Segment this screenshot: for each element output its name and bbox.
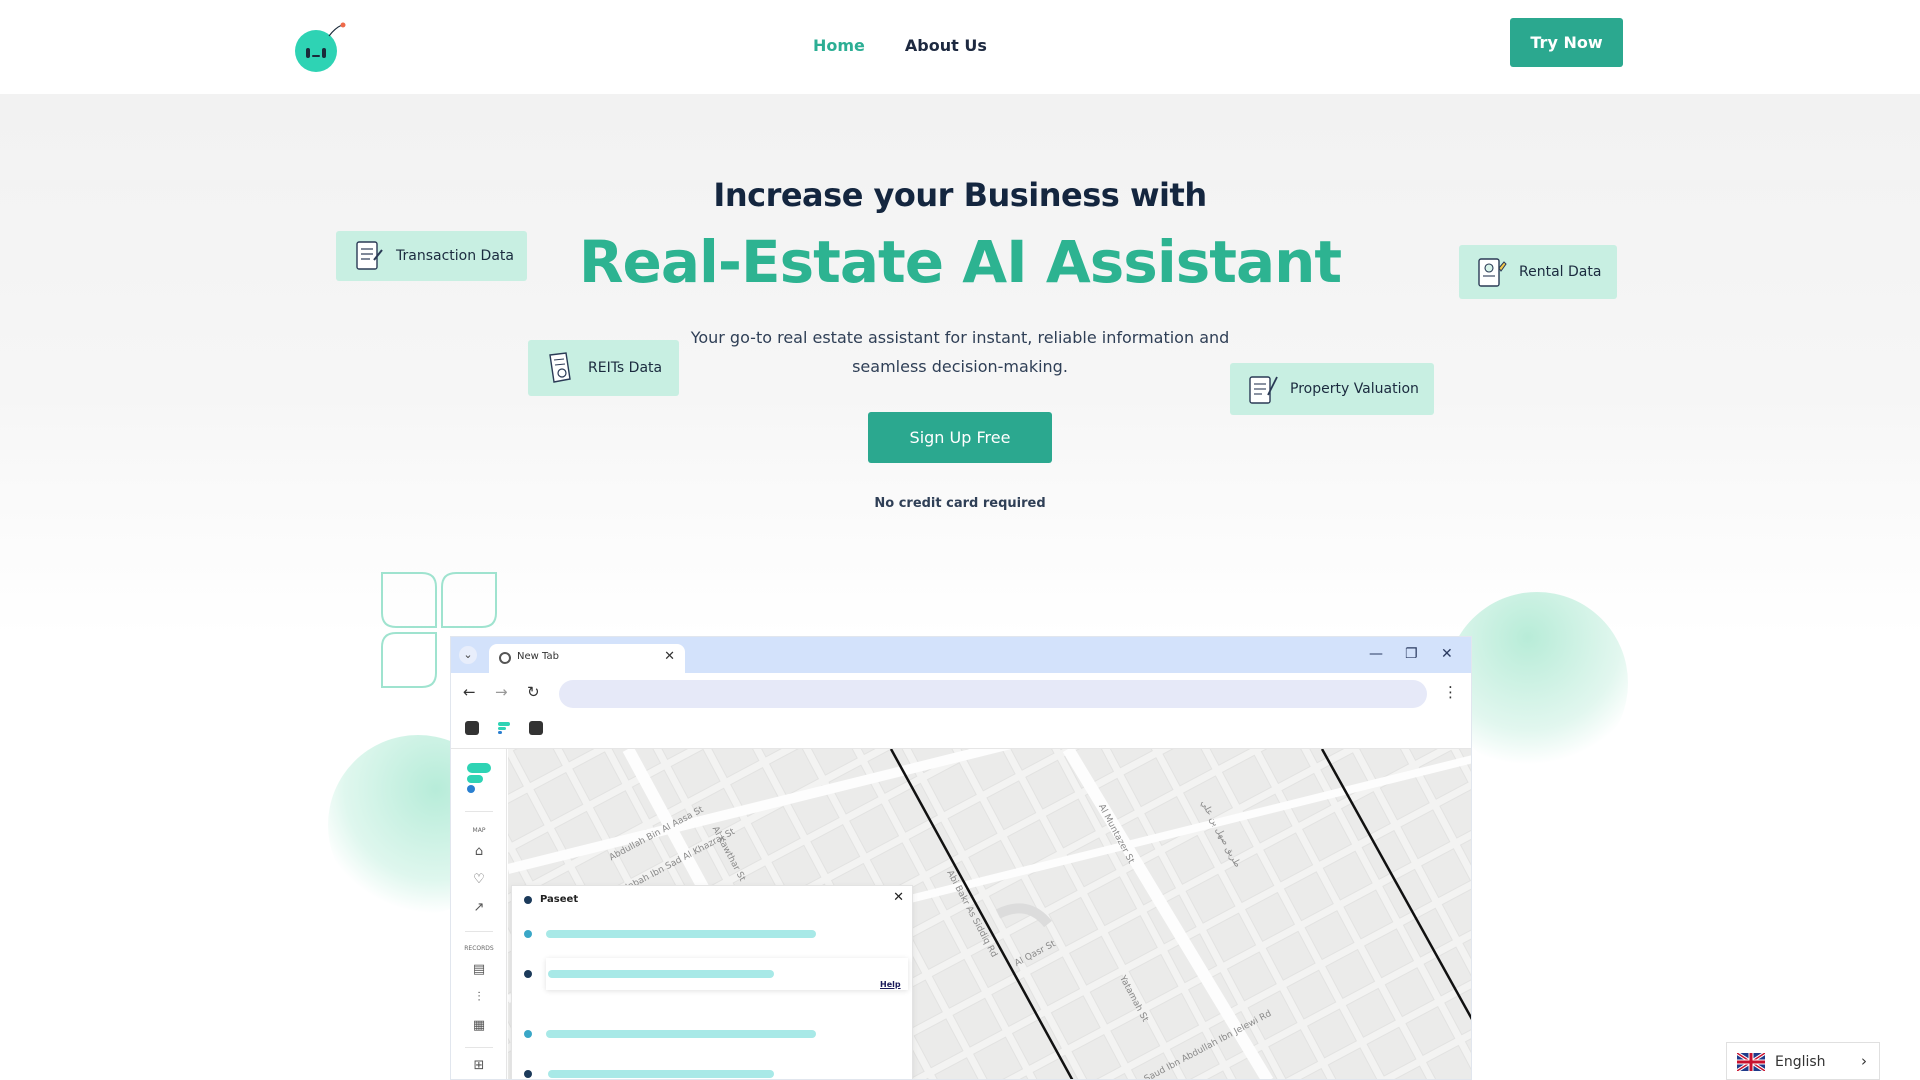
- window-close-icon[interactable]: ✕: [1441, 646, 1453, 662]
- bot-icon: [524, 970, 532, 978]
- heart-icon[interactable]: ♡: [470, 871, 488, 889]
- chip-rental-data: Rental Data: [1459, 245, 1617, 299]
- placeholder-bar: [548, 970, 774, 978]
- tab-title: New Tab: [517, 651, 559, 662]
- document-icon: [356, 241, 383, 270]
- grid-icon[interactable]: ▦: [470, 1017, 488, 1035]
- language-label: English: [1775, 1054, 1826, 1070]
- sidebar-section-map: MAP: [472, 827, 486, 834]
- user-icon: [524, 930, 532, 938]
- share-icon[interactable]: ↗: [470, 899, 488, 917]
- chip-reits-label: REITs Data: [588, 360, 663, 376]
- chip-transaction-data: Transaction Data: [336, 231, 527, 281]
- chip-property-valuation: Property Valuation: [1230, 363, 1434, 415]
- paseet-extension-icon[interactable]: [497, 721, 511, 735]
- tab-close-icon[interactable]: ✕: [664, 649, 675, 664]
- bot-icon: [524, 1070, 532, 1078]
- chip-transaction-label: Transaction Data: [396, 248, 514, 264]
- gift-icon[interactable]: ⊞: [470, 1057, 488, 1075]
- decorative-blob-right: [1446, 592, 1628, 774]
- placeholder-bar: [548, 1070, 774, 1078]
- browser-tab[interactable]: New Tab ✕: [489, 644, 685, 673]
- sign-up-button[interactable]: Sign Up Free: [868, 412, 1052, 463]
- paseet-logo-icon: [524, 896, 532, 904]
- language-selector[interactable]: English ›: [1726, 1042, 1880, 1080]
- user-icon: [524, 1030, 532, 1038]
- sidebar-section-records: RECORDS: [464, 945, 494, 952]
- placeholder-bar: [546, 1030, 816, 1038]
- extension-icon[interactable]: [465, 721, 479, 735]
- browser-tab-bar: ⌄ New Tab ✕ — ❐ ✕: [451, 637, 1471, 673]
- reload-icon[interactable]: ↻: [527, 683, 540, 701]
- placeholder-bar: [546, 930, 816, 938]
- panel-close-icon[interactable]: ✕: [893, 890, 904, 905]
- help-link[interactable]: Help: [880, 980, 901, 989]
- rental-document-icon: [1478, 258, 1507, 287]
- chevron-right-icon: ›: [1861, 1052, 1867, 1070]
- nav-home-link[interactable]: Home: [813, 36, 865, 55]
- minimize-icon[interactable]: —: [1369, 646, 1383, 662]
- home-icon[interactable]: ⌂: [470, 843, 488, 861]
- hero-headline: Real-Estate AI Assistant: [578, 228, 1342, 296]
- chart-icon[interactable]: ⫶: [470, 989, 488, 1007]
- try-now-button[interactable]: Try Now: [1510, 18, 1623, 67]
- hero-kicker: Increase your Business with: [713, 176, 1207, 214]
- extension-icon[interactable]: [529, 721, 543, 735]
- site-header: Home About Us Try Now: [0, 0, 1920, 94]
- panel-title: Paseet: [540, 894, 579, 905]
- chip-rental-label: Rental Data: [1519, 264, 1602, 280]
- tab-dropdown-icon[interactable]: ⌄: [459, 646, 477, 664]
- chip-valuation-label: Property Valuation: [1290, 381, 1419, 397]
- paseet-panel: Paseet ✕ Help: [511, 885, 913, 1079]
- chrome-icon: [499, 652, 511, 664]
- browser-mockup: ⌄ New Tab ✕ — ❐ ✕ ← → ↻ ⋮ MAP ⌂ ♡ ↗ RECO…: [450, 636, 1472, 1080]
- logo-icon[interactable]: [293, 22, 349, 74]
- extension-row: [451, 711, 1471, 749]
- address-bar[interactable]: [559, 680, 1427, 708]
- hero-subtext: Your go-to real estate assistant for ins…: [690, 328, 1230, 376]
- valuation-icon: [1249, 376, 1278, 404]
- back-icon[interactable]: ←: [463, 683, 476, 701]
- chip-reits-data: REITs Data: [528, 340, 679, 396]
- no-credit-card-note: No credit card required: [874, 496, 1046, 511]
- reits-document-icon: [549, 352, 571, 383]
- restore-icon[interactable]: ❐: [1405, 646, 1418, 662]
- forward-icon[interactable]: →: [495, 683, 508, 701]
- kebab-icon[interactable]: ⋮: [1443, 683, 1458, 701]
- main-nav: Home About Us: [813, 36, 987, 55]
- nav-about-link[interactable]: About Us: [905, 36, 987, 55]
- file-icon[interactable]: ▤: [470, 961, 488, 979]
- uk-flag-icon: [1737, 1053, 1765, 1071]
- app-logo-icon[interactable]: [465, 761, 493, 797]
- app-sidebar: MAP ⌂ ♡ ↗ RECORDS ▤ ⫶ ▦ ⊞: [451, 749, 507, 1079]
